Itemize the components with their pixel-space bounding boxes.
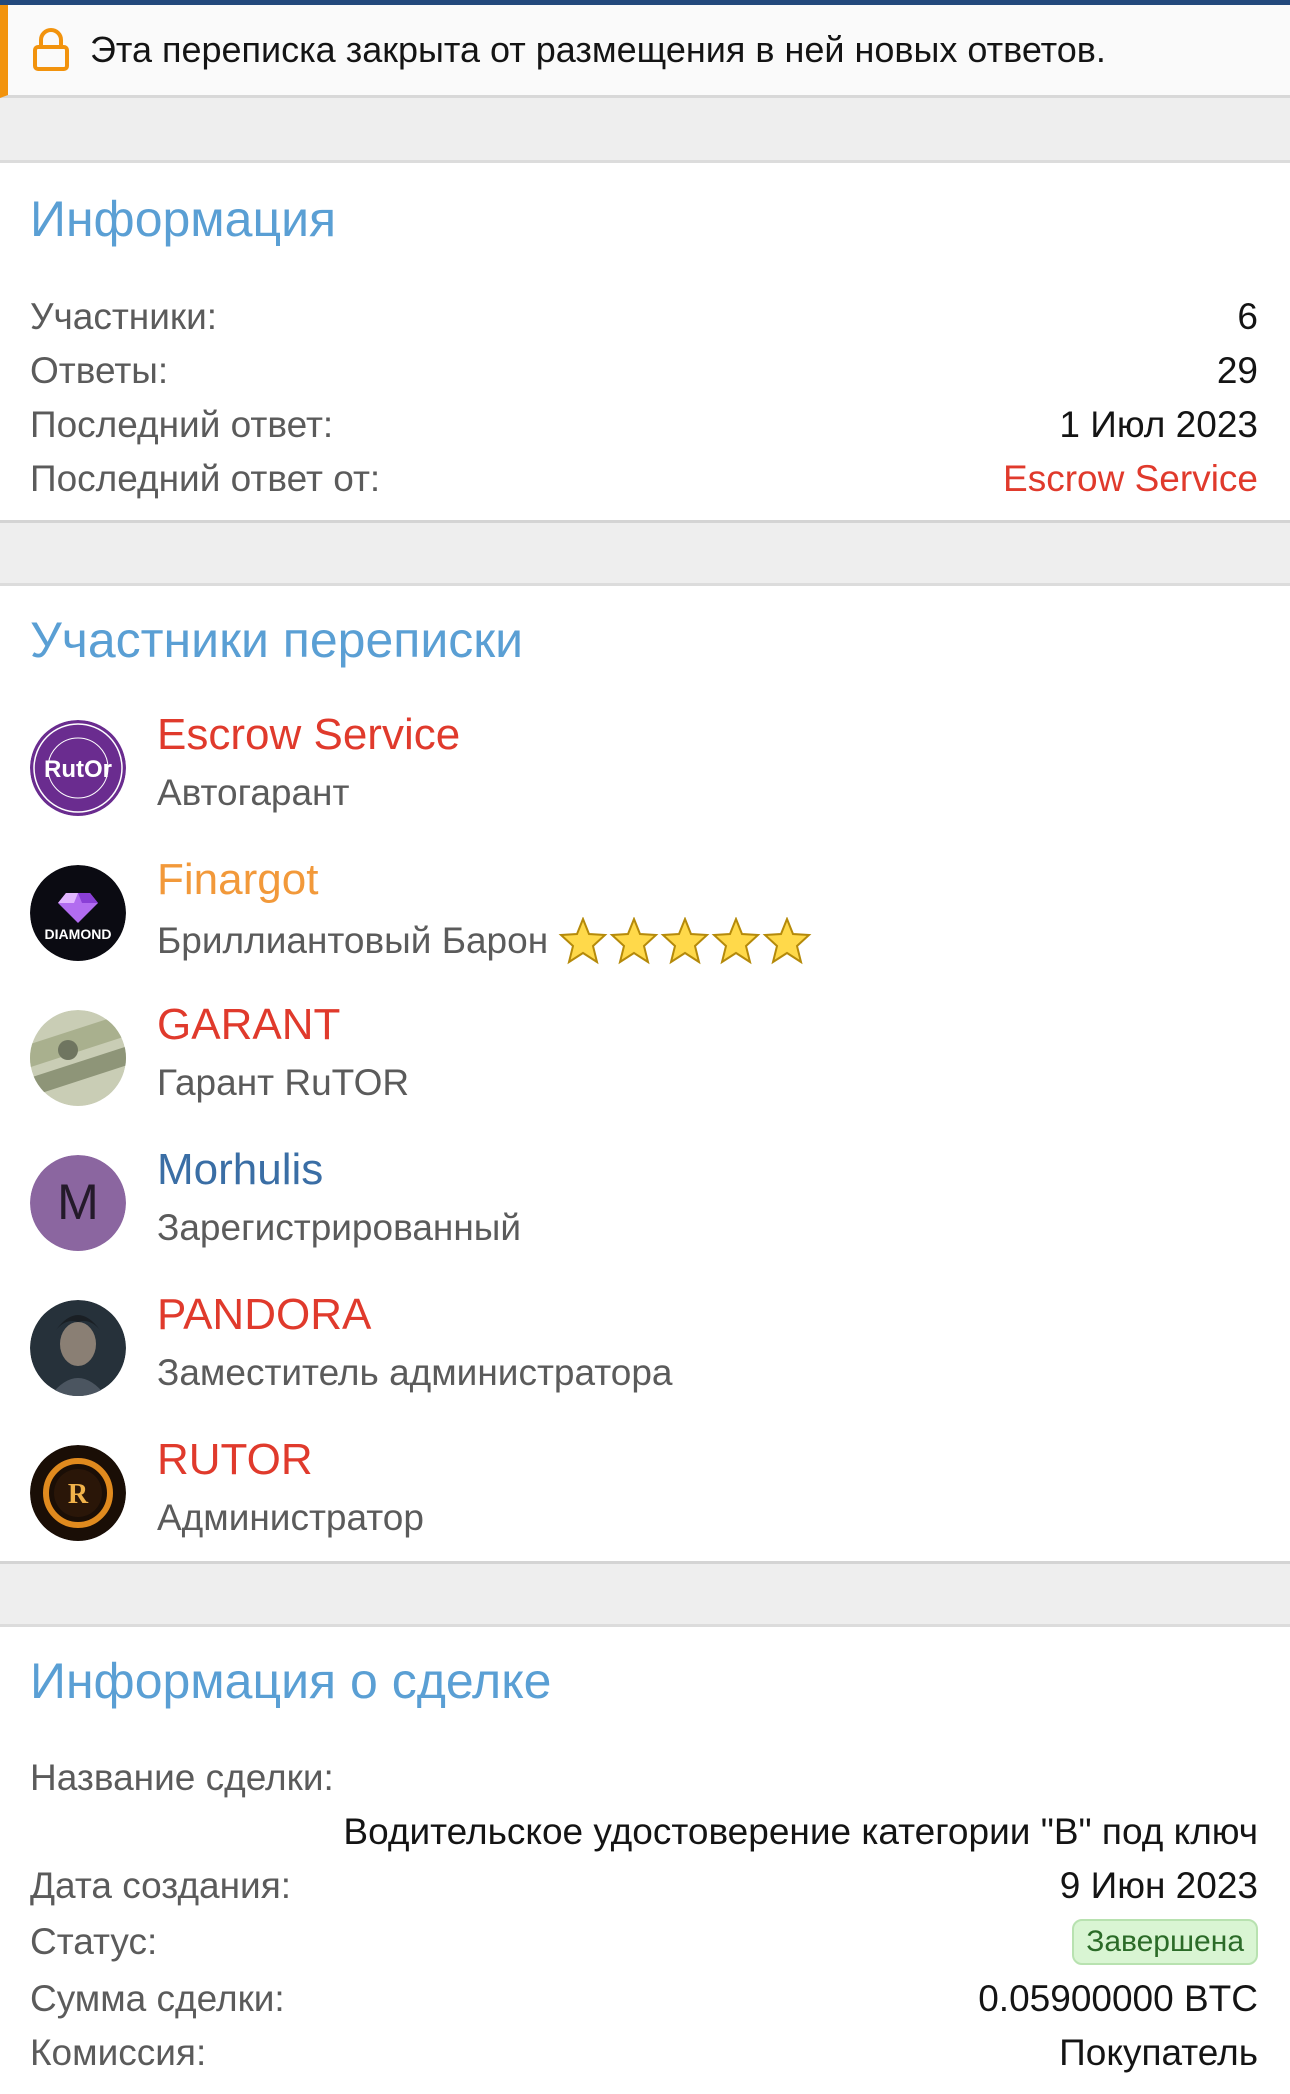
member-name[interactable]: Finargot xyxy=(157,855,318,905)
info-row-last-reply-by: Последний ответ от: Escrow Service xyxy=(30,458,1258,500)
closed-thread-notice: Эта переписка закрыта от размещения в не… xyxy=(0,5,1290,98)
member-item[interactable]: DIAMOND Finargot Бриллиантовый Барон xyxy=(30,855,1250,965)
deal-row-created: Дата создания: 9 Июн 2023 xyxy=(30,1865,1258,1907)
deal-created-value: 9 Июн 2023 xyxy=(1059,1865,1258,1906)
member-role-text: Администратор xyxy=(157,1497,424,1538)
deal-created-label: Дата создания: xyxy=(30,1865,292,1906)
avatar-letter: R xyxy=(68,1479,89,1510)
avatar-letter: M xyxy=(57,1174,99,1230)
deal-row-amount: Сумма сделки: 0.05900000 BTC xyxy=(30,1978,1258,2020)
member-role: Автогарант xyxy=(157,772,349,814)
avatar[interactable]: M xyxy=(30,1155,126,1251)
avatar[interactable]: R xyxy=(30,1445,126,1541)
rank-stars xyxy=(558,917,813,965)
deal-block: Информация о сделке Название сделки: Вод… xyxy=(0,1624,1290,2094)
info-title: Информация xyxy=(30,191,337,247)
avatar[interactable]: RutOr xyxy=(30,720,126,816)
last-reply-label: Последний ответ: xyxy=(30,404,334,445)
star-icon xyxy=(558,917,608,965)
info-row-participants: Участники: 6 xyxy=(30,296,1258,338)
member-name[interactable]: GARANT xyxy=(157,1000,340,1050)
deal-fee-label: Комиссия: xyxy=(30,2032,207,2073)
last-reply-by-link[interactable]: Escrow Service xyxy=(1003,458,1258,500)
status-badge: Завершена xyxy=(1072,1919,1258,1965)
member-name[interactable]: Morhulis xyxy=(157,1145,323,1195)
member-role: Бриллиантовый Барон xyxy=(157,917,813,965)
star-icon xyxy=(762,917,812,965)
avatar[interactable] xyxy=(30,1010,126,1106)
members-title: Участники переписки xyxy=(30,612,524,668)
lock-icon xyxy=(33,28,69,71)
member-item[interactable]: RutOr Escrow Service Автогарант xyxy=(30,710,1250,820)
star-icon xyxy=(660,917,710,965)
member-item[interactable]: GARANT Гарант RuTOR xyxy=(30,1000,1250,1110)
member-role: Администратор xyxy=(157,1497,424,1539)
member-role: Зарегистрированный xyxy=(157,1207,521,1249)
deal-status-label: Статус: xyxy=(30,1921,158,1962)
member-name[interactable]: Escrow Service xyxy=(157,710,460,760)
deal-title: Информация о сделке xyxy=(30,1653,552,1709)
avatar[interactable]: DIAMOND xyxy=(30,865,126,961)
member-name[interactable]: RUTOR xyxy=(157,1435,313,1485)
member-role: Заместитель администратора xyxy=(157,1352,673,1394)
deal-amount-value: 0.05900000 BTC xyxy=(978,1978,1258,2019)
participants-value: 6 xyxy=(1237,296,1258,337)
last-reply-value[interactable]: 1 Июл 2023 xyxy=(1059,404,1258,446)
deal-fee-value: Покупатель xyxy=(1059,2032,1258,2073)
member-item[interactable]: R RUTOR Администратор xyxy=(30,1435,1250,1545)
info-block: Информация Участники: 6 Ответы: 29 После… xyxy=(0,160,1290,523)
deal-row-status: Статус: Завершена xyxy=(30,1919,1258,1965)
info-row-replies: Ответы: 29 xyxy=(30,350,1258,392)
deal-name-label: Название сделки: xyxy=(30,1757,334,1798)
member-role-text: Зарегистрированный xyxy=(157,1207,522,1248)
info-row-last-reply: Последний ответ: 1 Июл 2023 xyxy=(30,404,1258,446)
deal-amount-label: Сумма сделки: xyxy=(30,1978,285,2019)
member-name[interactable]: PANDORA xyxy=(157,1290,371,1340)
deal-row-fee: Комиссия: Покупатель xyxy=(30,2032,1258,2074)
participants-label: Участники: xyxy=(30,296,218,337)
avatar-text: DIAMOND xyxy=(45,926,112,942)
members-block: Участники переписки RutOr Escrow Service… xyxy=(0,583,1290,1564)
member-role-text: Бриллиантовый Барон xyxy=(157,920,549,961)
deal-row-name-value: Водительское удостоверение категории "B"… xyxy=(30,1811,1258,1853)
deal-name-value: Водительское удостоверение категории "B"… xyxy=(343,1811,1258,1852)
last-reply-by-label: Последний ответ от: xyxy=(30,458,381,499)
star-icon xyxy=(609,917,659,965)
avatar-text: RutOr xyxy=(44,756,112,783)
notice-text: Эта переписка закрыта от размещения в не… xyxy=(90,29,1106,70)
replies-label: Ответы: xyxy=(30,350,169,391)
member-role-text: Автогарант xyxy=(157,772,350,813)
member-role-text: Заместитель администратора xyxy=(157,1352,673,1393)
replies-value: 29 xyxy=(1216,350,1258,391)
member-role: Гарант RuTOR xyxy=(157,1062,409,1104)
member-item[interactable]: M Morhulis Зарегистрированный xyxy=(30,1145,1250,1255)
avatar[interactable] xyxy=(30,1300,126,1396)
deal-row-name-label: Название сделки: xyxy=(30,1757,1258,1799)
member-item[interactable]: PANDORA Заместитель администратора xyxy=(30,1290,1250,1400)
member-role-text: Гарант RuTOR xyxy=(157,1062,410,1103)
star-icon xyxy=(711,917,761,965)
